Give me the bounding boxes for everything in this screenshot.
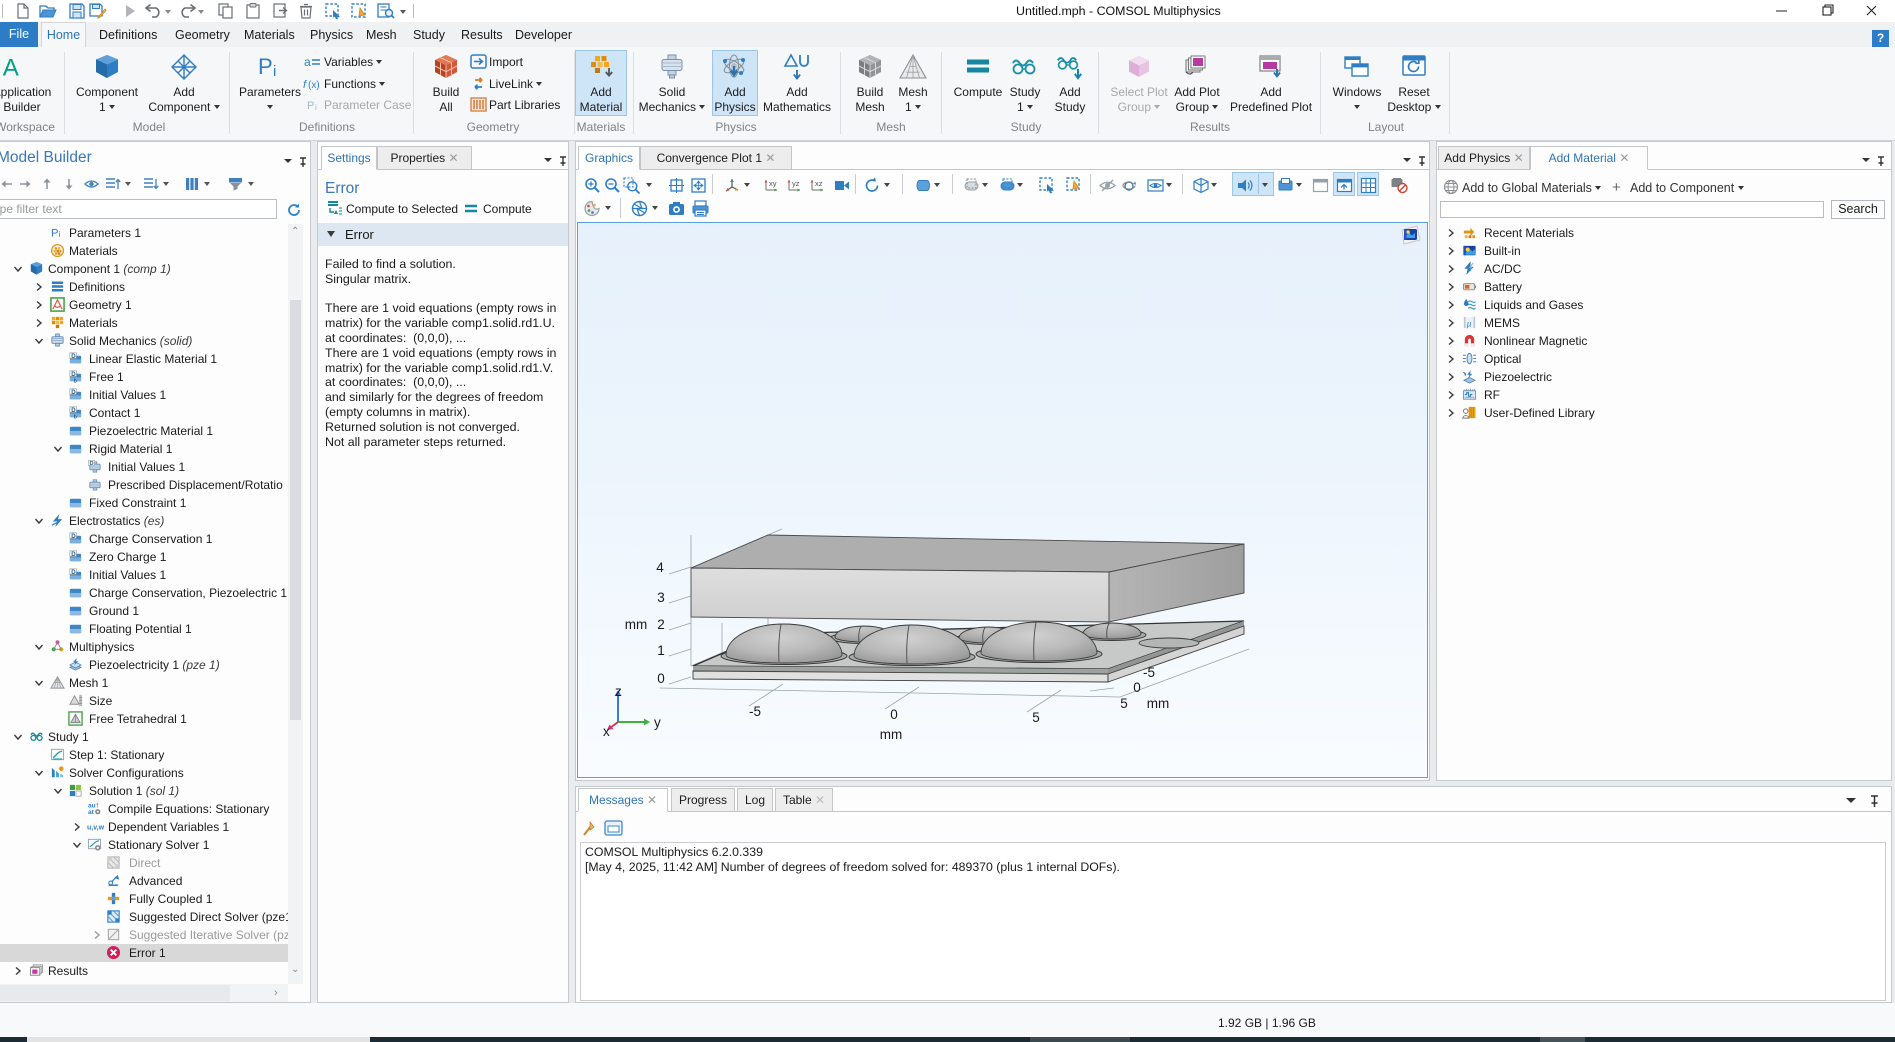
- svg-text:f: f: [96, 803, 98, 810]
- svg-text:D: D: [71, 407, 76, 414]
- svg-text:mm: mm: [880, 727, 903, 742]
- svg-text:y: y: [654, 715, 661, 730]
- svg-text:D: D: [71, 353, 76, 360]
- svg-text:D: D: [89, 461, 93, 467]
- svg-text:a: a: [304, 55, 311, 69]
- svg-text:P: P: [51, 227, 59, 239]
- svg-text:D: D: [71, 389, 76, 396]
- svg-text:at: at: [88, 809, 95, 816]
- svg-text:D: D: [71, 371, 76, 378]
- svg-text:0: 0: [890, 707, 898, 722]
- svg-text:mm: mm: [1147, 696, 1170, 711]
- svg-text:i: i: [273, 63, 276, 80]
- svg-text:-5: -5: [749, 704, 761, 719]
- svg-text:f: f: [303, 79, 307, 91]
- svg-text:b: b: [74, 415, 77, 421]
- svg-text:i: i: [58, 229, 60, 239]
- svg-text:P: P: [307, 100, 314, 112]
- svg-text:5: 5: [1032, 710, 1040, 725]
- svg-text:z: z: [615, 684, 622, 699]
- svg-text:b: b: [74, 379, 77, 385]
- svg-text:3: 3: [657, 590, 665, 605]
- svg-text:x: x: [603, 724, 610, 739]
- svg-text:4: 4: [656, 560, 664, 575]
- svg-text:-5: -5: [1143, 665, 1155, 680]
- svg-text:1: 1: [657, 643, 665, 658]
- svg-text:u,v,w: u,v,w: [87, 824, 105, 831]
- svg-text:A: A: [3, 54, 20, 81]
- svg-text:0: 0: [657, 671, 665, 686]
- svg-text:mm: mm: [625, 617, 648, 632]
- svg-text:P: P: [258, 54, 273, 79]
- svg-text:D: D: [71, 551, 76, 558]
- svg-text:μ: μ: [1466, 319, 1472, 329]
- svg-text:5: 5: [1120, 696, 1128, 711]
- svg-text:yz: yz: [792, 179, 800, 188]
- svg-text:xy: xy: [769, 179, 777, 188]
- svg-text:(x): (x): [308, 80, 320, 91]
- svg-text:xz: xz: [815, 179, 823, 188]
- svg-text:D: D: [71, 569, 76, 576]
- svg-text:D: D: [71, 533, 76, 540]
- svg-text:i: i: [315, 103, 317, 112]
- svg-text:0: 0: [1133, 680, 1141, 695]
- svg-text:2: 2: [657, 617, 665, 632]
